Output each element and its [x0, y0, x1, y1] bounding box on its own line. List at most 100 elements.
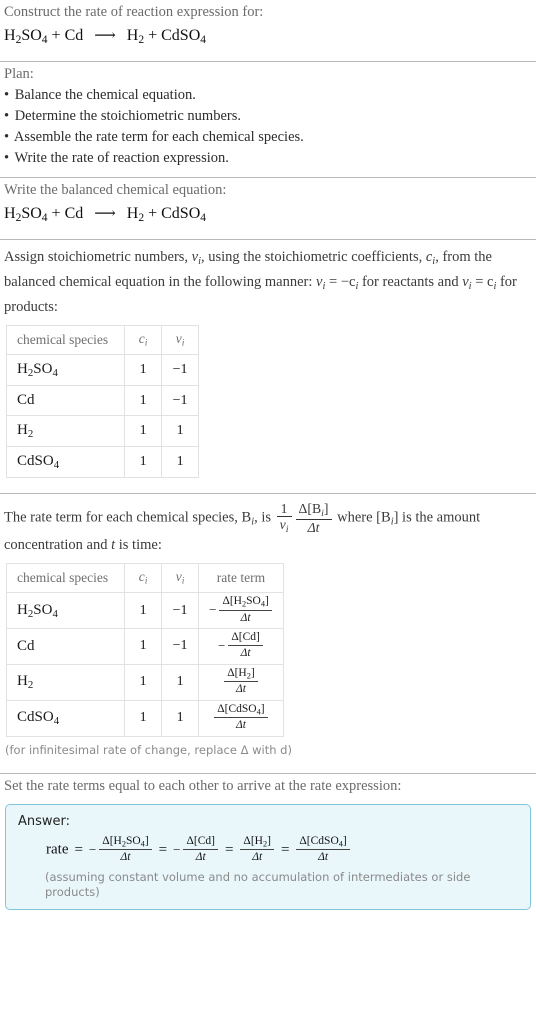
- fraction-numerator: 1: [280, 501, 288, 517]
- fraction-denominator: Δt: [296, 849, 350, 864]
- fraction-numerator: Δ[H2SO4]: [222, 595, 269, 609]
- fraction-one-over-nu: 1 νi: [276, 501, 292, 535]
- cell-c: 1: [124, 446, 163, 479]
- fraction-numerator: Δ[H2]: [227, 666, 255, 680]
- fraction-numerator: Δ[H2SO4]: [102, 834, 149, 848]
- minus-sign: −: [173, 841, 181, 857]
- plan-step-text: Write the rate of reaction expression.: [14, 150, 229, 167]
- stoich-intro-b: , using the stoichiometric coefficients,: [201, 249, 426, 266]
- table-header-row: chemical species ci νi rate term: [5, 563, 284, 594]
- header-rate-term: rate term: [198, 563, 284, 594]
- rate-intro-c: where [B: [333, 509, 391, 526]
- bullet-icon: •: [4, 108, 10, 125]
- rate-intro-e: is time:: [115, 537, 162, 554]
- plus-sign-1: +: [51, 27, 65, 44]
- fraction-denominator: Δt: [295, 518, 332, 535]
- reactant-h2so4: H2SO4: [4, 205, 48, 225]
- plan-step-text: Assemble the rate term for each chemical…: [13, 129, 304, 146]
- product-h2: H2: [126, 27, 145, 47]
- minus-sign: −: [218, 637, 226, 653]
- bracket-close: ]: [323, 501, 329, 517]
- answer-assumption-note: (assuming constant volume and no accumul…: [45, 869, 471, 899]
- product-h2: H2: [126, 205, 145, 225]
- result-section: Set the rate terms equal to each other t…: [0, 774, 536, 910]
- cell-nu: −1: [161, 628, 200, 665]
- cell-c: 1: [124, 385, 163, 417]
- minus-sign: −: [209, 602, 217, 618]
- balanced-equation-section: Write the balanced chemical equation: H2…: [0, 178, 536, 231]
- fraction-denominator: Δt: [219, 609, 272, 625]
- rate-term-section: The rate term for each chemical species,…: [0, 494, 536, 765]
- cell-species: Cd: [5, 628, 126, 665]
- rate-fraction: Δ[Cd] Δt: [228, 631, 263, 660]
- plan-step: • Assemble the rate term for each chemic…: [4, 127, 534, 148]
- reactant-cd: Cd: [64, 205, 84, 223]
- plan-heading: Plan:: [4, 66, 34, 83]
- fraction-denominator: Δt: [99, 849, 152, 864]
- rate-fraction: Δ[H2] Δt: [240, 835, 274, 865]
- header-nu-subscript: i: [181, 576, 185, 588]
- header-nu-subscript: i: [181, 338, 185, 349]
- header-c-subscript: i: [144, 576, 148, 588]
- stoich-intro-a: Assign stoichiometric numbers,: [4, 249, 192, 266]
- cell-c: 1: [124, 628, 163, 665]
- table-header-row: chemical species ci νi: [5, 325, 200, 355]
- minus-sign: −: [88, 841, 97, 857]
- cell-nu: −1: [161, 592, 200, 630]
- cell-species: Cd: [5, 385, 126, 417]
- question-section: Construct the rate of reaction expressio…: [0, 0, 536, 53]
- cell-nu: 1: [161, 446, 200, 479]
- reaction-arrow-icon: ⟶: [94, 206, 116, 223]
- plan-step: • Balance the chemical equation.: [4, 85, 534, 106]
- stoichiometric-intro: Assign stoichiometric numbers, νi, using…: [2, 247, 534, 317]
- answer-label: Answer:: [18, 813, 71, 829]
- fraction-denominator: Δt: [214, 717, 268, 732]
- plan-section: Plan: • Balance the chemical equation. •…: [0, 62, 536, 169]
- fraction-denominator: Δt: [224, 681, 258, 696]
- cell-c: 1: [124, 353, 163, 387]
- cell-nu: 1: [161, 663, 200, 701]
- fraction-denominator: Δt: [183, 849, 218, 864]
- cell-rate-term: Δ[H2] Δt: [198, 663, 284, 701]
- answer-box: Answer: rate = − Δ[H2SO4] Δt = − Δ[Cd] Δt = Δ[H2] Δ…: [5, 803, 531, 910]
- fraction-denominator: Δt: [228, 645, 263, 660]
- fraction-numerator: Δ[CdSO4]: [299, 834, 347, 848]
- table-row: CdSO4 1 1: [5, 446, 200, 479]
- rate-fraction: Δ[H2] Δt: [224, 667, 258, 697]
- table-row: H2 1 1: [5, 415, 200, 448]
- result-heading: Set the rate terms equal to each other t…: [4, 777, 402, 794]
- question-equation: H2SO4 + Cd ⟶ H2 + CdSO4: [2, 23, 534, 53]
- plus-sign-1: +: [51, 205, 65, 223]
- bullet-icon: •: [4, 87, 10, 104]
- rule-reactants-text: = −c: [329, 274, 356, 291]
- fraction-denominator: Δt: [240, 849, 274, 864]
- reactant-cd: Cd: [64, 27, 84, 44]
- fraction-numerator: Δ[CdSO4]: [217, 702, 265, 716]
- header-c-subscript: i: [144, 338, 148, 349]
- cell-species: H2SO4: [5, 592, 126, 630]
- fraction-numerator: Δ[Bi]: [296, 501, 332, 519]
- cell-c: 1: [124, 699, 163, 737]
- equals-sign: =: [74, 841, 83, 858]
- plus-sign-2: +: [148, 27, 162, 44]
- cell-species: CdSO4: [5, 699, 126, 737]
- delta-b-text: Δ[B: [298, 501, 322, 517]
- fraction-numerator: Δ[Cd]: [186, 834, 215, 847]
- plan-list: • Balance the chemical equation. • Deter…: [2, 85, 534, 169]
- table-row: Cd 1 −1: [5, 385, 200, 417]
- reactant-h2so4: H2SO4: [4, 27, 48, 47]
- rate-intro-a: The rate term for each chemical species,…: [4, 509, 252, 526]
- header-chemical-species: chemical species: [5, 325, 126, 355]
- header-chemical-species: chemical species: [5, 563, 126, 594]
- rate-expression: rate = − Δ[H2SO4] Δt = − Δ[Cd] Δt = Δ[H2] Δt = Δ[CdSO…: [18, 835, 520, 865]
- plan-step-text: Determine the stoichiometric numbers.: [14, 108, 241, 125]
- fraction-delta-b-over-delta-t: Δ[Bi] Δt: [295, 501, 332, 535]
- bullet-icon: •: [4, 150, 10, 167]
- table-row: H2SO4 1 −1: [5, 353, 200, 387]
- rate-term-intro: The rate term for each chemical species,…: [2, 501, 534, 555]
- balanced-equation-heading: Write the balanced chemical equation:: [4, 182, 227, 199]
- rate-term-table: chemical species ci νi rate term H2SO4 1…: [5, 563, 284, 737]
- stoich-intro-d: for reactants and: [358, 274, 463, 291]
- rate-fraction: Δ[CdSO4] Δt: [214, 702, 268, 733]
- cell-nu: 1: [161, 699, 200, 737]
